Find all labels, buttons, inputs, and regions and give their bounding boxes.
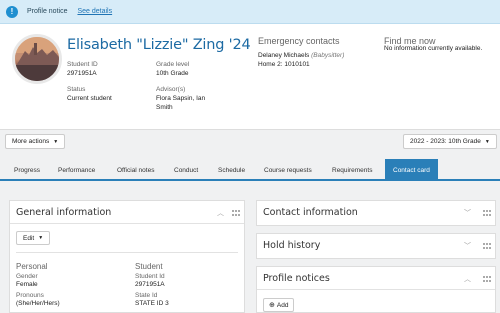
panel-menu-icon[interactable]: [483, 210, 491, 216]
general-information-title: General information: [16, 207, 112, 218]
panel-menu-icon[interactable]: [483, 243, 491, 249]
profile-tabs: Progress Performance Official notes Cond…: [0, 159, 500, 181]
more-actions-button[interactable]: More actions ▼: [5, 134, 66, 149]
divider: [257, 289, 495, 290]
add-label: Add: [276, 301, 289, 309]
emergency-contact-relationship: (Babysitter): [311, 52, 345, 59]
tab-course-requests[interactable]: Course requests: [264, 159, 312, 181]
status-value: Current student: [67, 95, 112, 102]
edit-button[interactable]: Edit ▼: [16, 231, 51, 245]
tab-official-notes[interactable]: Official notes: [117, 159, 154, 181]
state-id-value: STATE ID 3: [135, 300, 169, 307]
divider: [10, 223, 244, 224]
chevron-up-icon[interactable]: ︿: [217, 208, 224, 218]
advisor-value-line1: Flora Sapsin, Ian: [156, 95, 206, 102]
pronouns-label: Pronouns: [16, 292, 44, 299]
profile-notices-title: Profile notices: [263, 273, 330, 284]
find-me-now-value: No information currently available.: [384, 45, 483, 52]
contact-information-title: Contact information: [263, 207, 358, 218]
student-name: Elisabeth "Lizzie" Zing '24: [67, 37, 251, 53]
chevron-down-icon: ▼: [38, 235, 44, 241]
status-label: Status: [67, 86, 86, 93]
tab-requirements[interactable]: Requirements: [332, 159, 372, 181]
action-bar: More actions ▼ 2022 - 2023: 10th Grade ▼: [0, 129, 500, 154]
pronouns-value: (She/Her/Hers): [16, 300, 60, 307]
student-id-value-2: 2971951A: [135, 281, 165, 288]
grade-level-value: 10th Grade: [156, 70, 189, 77]
chevron-up-icon[interactable]: ︿: [464, 274, 471, 284]
divider: [16, 252, 238, 253]
tab-conduct[interactable]: Conduct: [174, 159, 198, 181]
profile-notice-label: Profile notice: [27, 8, 68, 15]
state-id-label: State Id: [135, 292, 158, 299]
panel-menu-icon[interactable]: [232, 210, 240, 216]
gender-value: Female: [16, 281, 38, 288]
chevron-down-icon: ▼: [484, 138, 490, 145]
student-id-label-2: Student Id: [135, 273, 165, 280]
student-id-value: 2971951A: [67, 70, 97, 77]
tab-contact-card[interactable]: Contact card: [385, 159, 438, 181]
tab-schedule[interactable]: Schedule: [218, 159, 245, 181]
panel-menu-icon[interactable]: [483, 276, 491, 282]
edit-label: Edit: [23, 234, 35, 242]
more-actions-label: More actions: [12, 138, 50, 145]
emergency-contact-name-text: Delaney Michaels: [258, 52, 310, 59]
grade-level-label: Grade level: [156, 61, 190, 68]
add-notice-button[interactable]: ⊕ Add: [263, 298, 295, 312]
tab-progress[interactable]: Progress: [14, 159, 40, 181]
gender-label: Gender: [16, 273, 38, 280]
general-information-panel: General information ︿ Edit ▼ Personal Ge…: [9, 200, 245, 313]
profile-notices-panel: Profile notices ︿ ⊕ Add: [256, 266, 496, 313]
emergency-contacts-title: Emergency contacts: [258, 36, 340, 46]
profile-header: Elisabeth "Lizzie" Zing '24 Student ID 2…: [0, 24, 500, 129]
term-select-value: 2022 - 2023: 10th Grade: [410, 138, 481, 145]
tab-performance[interactable]: Performance: [58, 159, 95, 181]
info-icon: !: [6, 5, 18, 18]
term-select[interactable]: 2022 - 2023: 10th Grade ▼: [403, 134, 497, 149]
plus-circle-icon: ⊕: [269, 302, 275, 309]
personal-section-title: Personal: [16, 262, 48, 271]
chevron-down-icon[interactable]: ﹀: [464, 241, 471, 251]
hold-history-panel: Hold history ﹀: [256, 233, 496, 259]
student-photo[interactable]: [12, 34, 62, 84]
see-details-link[interactable]: See details: [77, 8, 112, 15]
chevron-down-icon[interactable]: ﹀: [464, 208, 471, 218]
chevron-down-icon: ▼: [53, 138, 59, 145]
hold-history-title: Hold history: [263, 240, 321, 251]
contact-information-panel: Contact information ﹀: [256, 200, 496, 226]
student-id-label: Student ID: [67, 61, 98, 68]
advisor-value-line2: Smith: [156, 104, 173, 111]
emergency-contact-phone: Home 2: 1010101: [258, 61, 310, 68]
profile-notice-bar: ! Profile notice See details: [0, 0, 500, 24]
student-section-title: Student: [135, 262, 163, 271]
advisor-label: Advisor(s): [156, 86, 186, 93]
emergency-contact-name[interactable]: Delaney Michaels (Babysitter): [258, 52, 344, 59]
